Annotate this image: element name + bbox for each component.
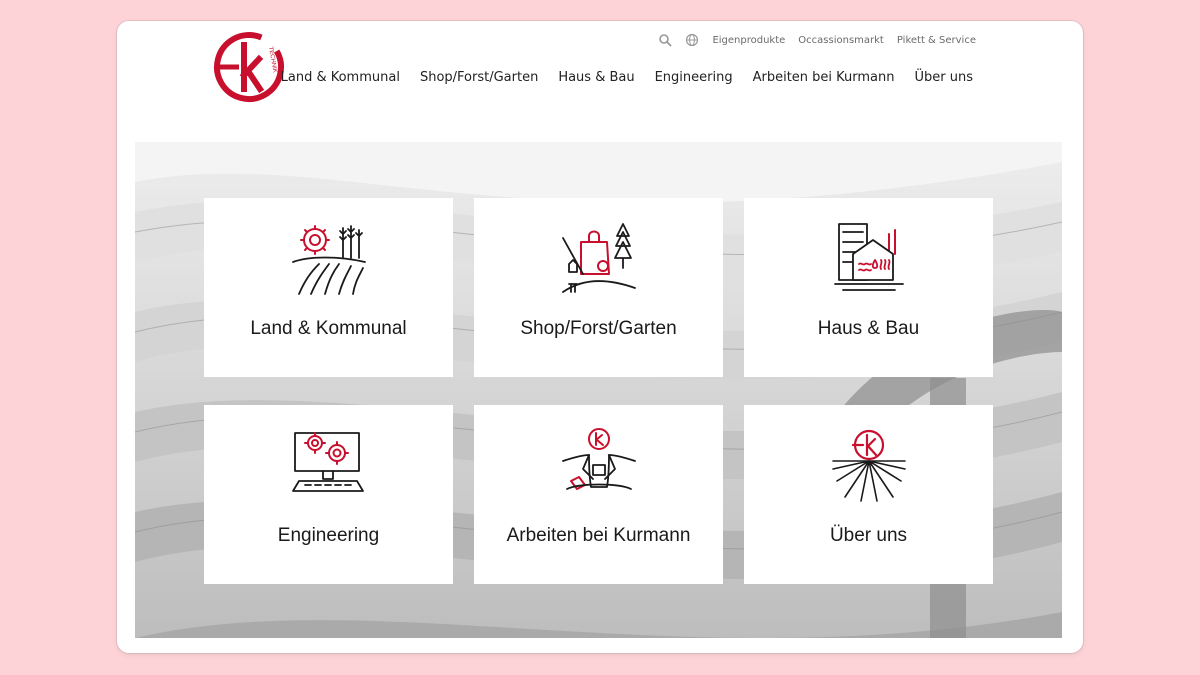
- tile-arbeiten-bei-kurmann[interactable]: Arbeiten bei Kurmann: [474, 405, 723, 584]
- nav-arbeiten-bei-kurmann[interactable]: Arbeiten bei Kurmann: [753, 70, 895, 85]
- tile-title: Über uns: [829, 525, 908, 546]
- kurmann-logo[interactable]: TECHNIK: [213, 31, 285, 103]
- tile-land-kommunal[interactable]: Land & Kommunal: [204, 198, 453, 377]
- main-nav: Land & Kommunal Shop/Forst/Garten Haus &…: [281, 70, 973, 85]
- tile-title: Haus & Bau: [817, 318, 920, 339]
- tile-ueber-uns[interactable]: Über uns: [744, 405, 993, 584]
- utility-nav: Eigenprodukte Occassionsmarkt Pikett & S…: [658, 33, 976, 47]
- tile-title: Arbeiten bei Kurmann: [506, 525, 691, 546]
- nav-engineering[interactable]: Engineering: [655, 70, 733, 85]
- logo-field-icon: [831, 429, 906, 502]
- hero-section: Land & Kommunal Shop/Forst/Garten Haus &…: [135, 142, 1062, 638]
- category-grid: Land & Kommunal Shop/Forst/Garten Haus &…: [204, 198, 993, 584]
- search-icon[interactable]: [658, 33, 673, 47]
- tile-title: Land & Kommunal: [250, 318, 407, 339]
- nav-haus-bau[interactable]: Haus & Bau: [558, 70, 634, 85]
- nav-shop-forst-garten[interactable]: Shop/Forst/Garten: [420, 70, 538, 85]
- globe-icon[interactable]: [685, 33, 699, 47]
- nav-land-kommunal[interactable]: Land & Kommunal: [281, 70, 400, 85]
- gear-field-wheat-icon: [291, 225, 366, 295]
- computer-gears-icon: [291, 432, 364, 492]
- shopping-bag-forest-icon: [561, 223, 636, 293]
- tile-shop-forst-garten[interactable]: Shop/Forst/Garten: [474, 198, 723, 377]
- tile-haus-bau[interactable]: Haus & Bau: [744, 198, 993, 377]
- logo-text: TECHNIK: [267, 46, 277, 73]
- building-heating-icon: [833, 223, 904, 291]
- browser-window: TECHNIK Eigenprodukte Occassionsmarkt Pi…: [117, 21, 1083, 653]
- util-link-occassionsmarkt[interactable]: Occassionsmarkt: [798, 35, 884, 46]
- tile-title: Engineering: [277, 525, 380, 546]
- tile-title: Shop/Forst/Garten: [520, 318, 677, 339]
- worker-wrench-icon: [561, 428, 636, 490]
- tile-engineering[interactable]: Engineering: [204, 405, 453, 584]
- nav-ueber-uns[interactable]: Über uns: [915, 70, 974, 85]
- util-link-pikett-service[interactable]: Pikett & Service: [897, 35, 976, 46]
- util-link-eigenprodukte[interactable]: Eigenprodukte: [712, 35, 785, 46]
